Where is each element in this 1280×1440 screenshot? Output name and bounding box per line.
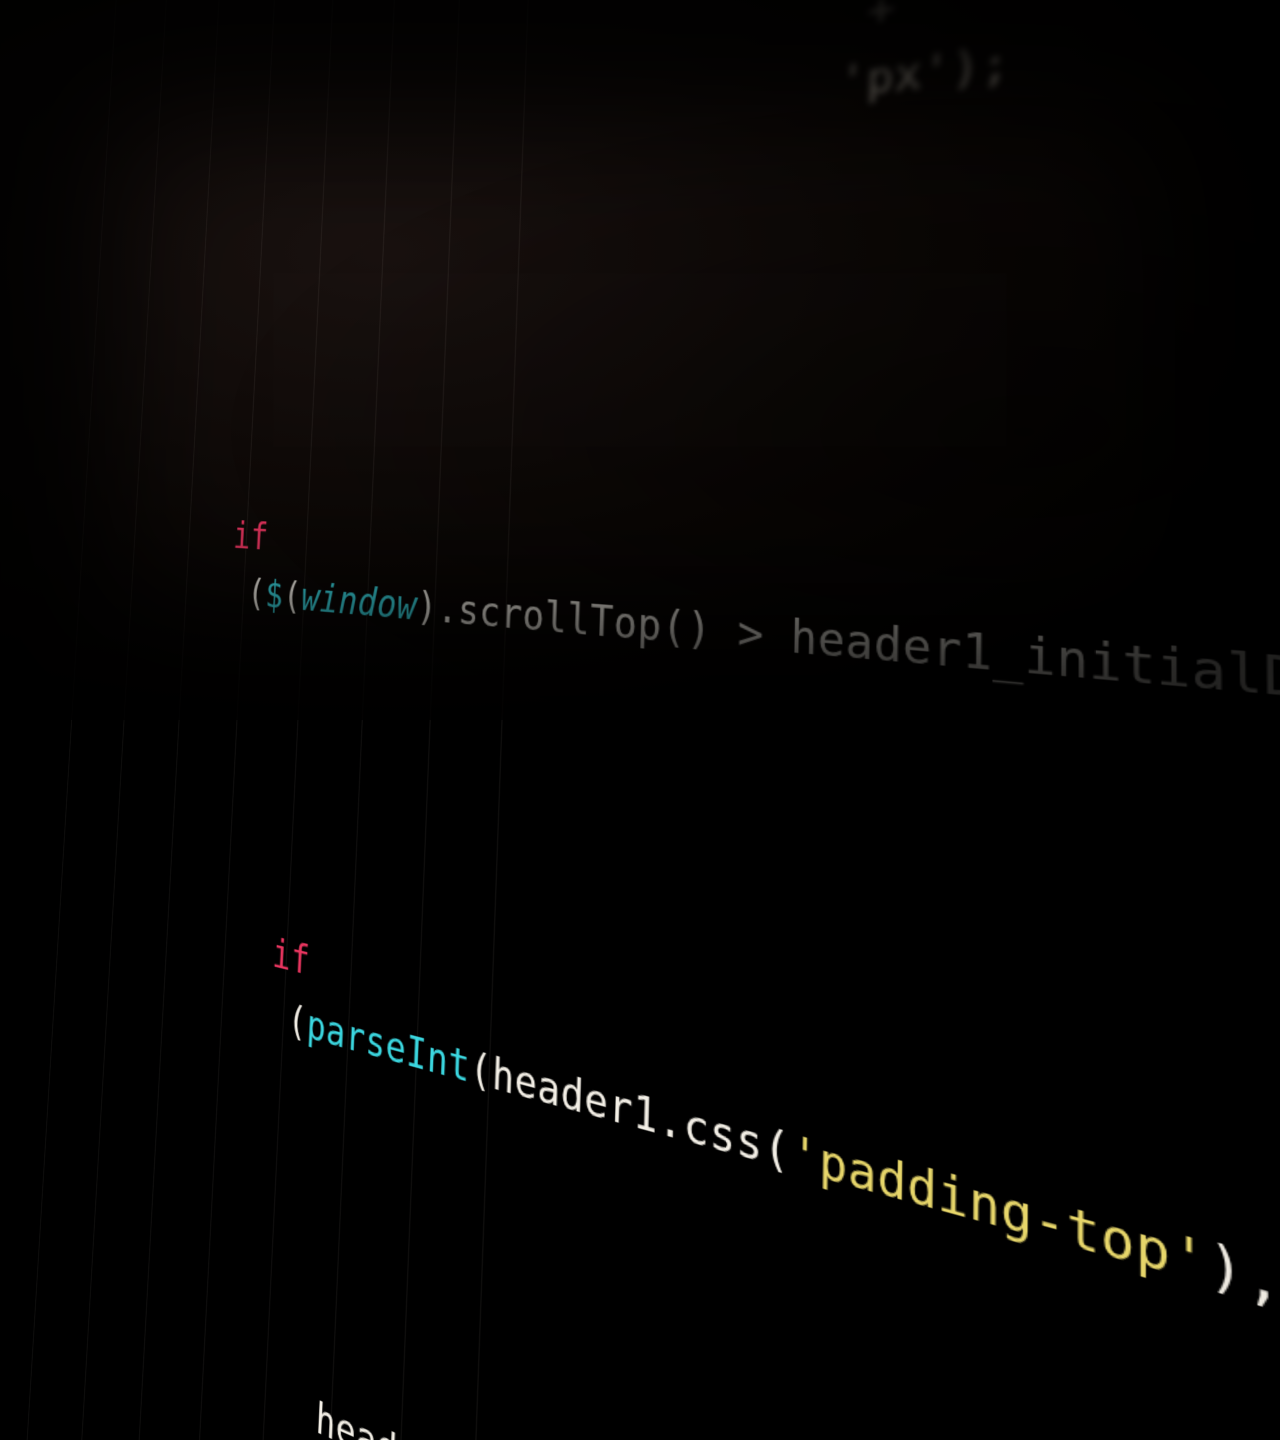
code-block[interactable]: header0_initialPadding + 'px'); if ($(wi…	[0, 0, 1280, 1440]
fn-parseint: parseInt	[306, 1001, 471, 1094]
obj-window: window	[300, 576, 418, 631]
fn-dollar: $	[264, 573, 284, 618]
ident: header1	[315, 1393, 464, 1440]
ident: header1_initialDistance	[790, 611, 1280, 738]
ident: header1	[491, 1049, 659, 1146]
string-literal: 'padding-top'	[790, 1125, 1207, 1298]
code-token: +	[840, 0, 923, 41]
code-line: header0_initialPadding + 'px');	[101, 0, 1280, 243]
editor-viewport: header0_initialPadding + 'px'); if ($(wi…	[0, 0, 1280, 720]
keyword-if: if	[232, 514, 269, 559]
keyword-if: if	[271, 931, 311, 986]
code-token: 'px'	[839, 43, 952, 108]
method-scrolltop: scrollTop	[457, 587, 662, 653]
